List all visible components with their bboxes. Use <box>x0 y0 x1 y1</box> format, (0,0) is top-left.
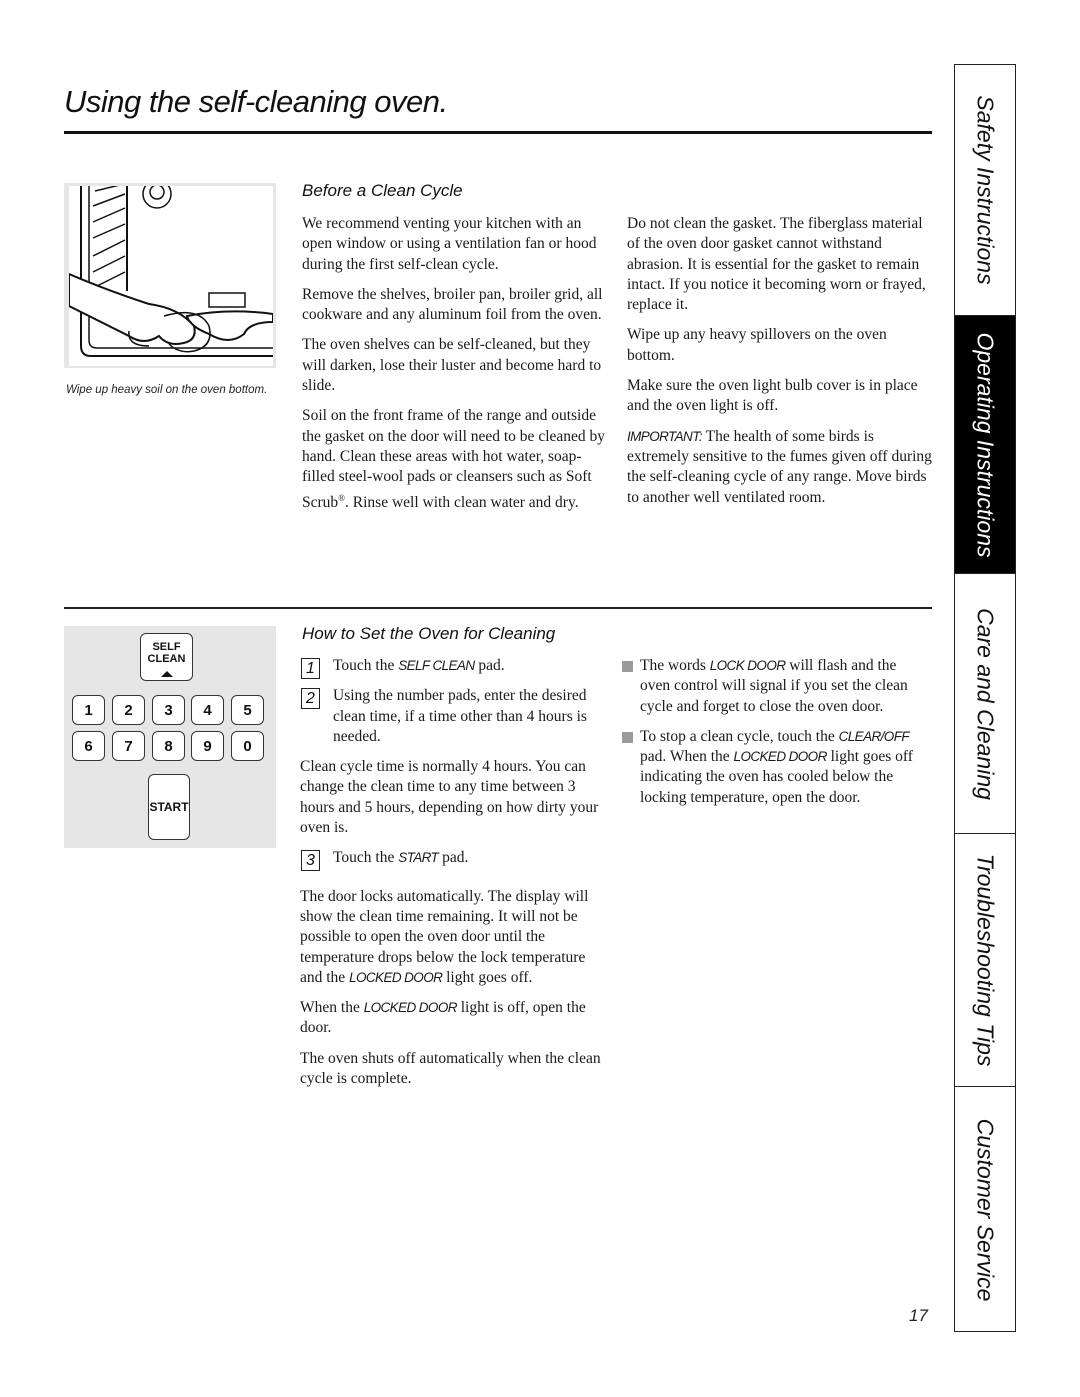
text: . Rinse well with clean water and dry. <box>345 493 579 511</box>
step-1: 1 Touch the SELF CLEAN pad. <box>300 656 610 679</box>
tab-operating-instructions[interactable]: Operating Instructions <box>955 316 1015 574</box>
paragraph: Make sure the oven light bulb cover is i… <box>627 377 918 415</box>
control-keypad-illustration: SELF CLEAN 1 2 3 4 5 6 7 8 9 0 START <box>64 626 276 848</box>
section-heading-how-to-set: How to Set the Oven for Cleaning <box>302 624 556 643</box>
paragraph: Clean cycle time is normally 4 hours. Yo… <box>300 758 599 837</box>
indicator-triangle-icon <box>160 671 173 677</box>
paragraph: The door locks automatically. The displa… <box>300 887 610 988</box>
text: pad. <box>474 657 505 674</box>
number-pad-2[interactable]: 2 <box>112 695 145 725</box>
tab-label: Customer Service <box>972 1118 999 1301</box>
paragraph: The oven shelves can be self-cleaned, bu… <box>302 336 602 395</box>
tab-care-and-cleaning[interactable]: Care and Cleaning <box>955 574 1015 834</box>
step-number: 2 <box>301 688 320 710</box>
paragraph: The oven shuts off automatically when th… <box>300 1049 601 1088</box>
section-divider <box>64 607 932 609</box>
number-pad-1[interactable]: 1 <box>72 695 105 725</box>
chapter-tabs: Safety Instructions Operating Instructio… <box>954 64 1016 1332</box>
self-clean-pad[interactable]: SELF CLEAN <box>140 633 193 681</box>
before-clean-column-2: Do not clean the gasket. The fiberglass … <box>627 214 932 518</box>
number-pad-3[interactable]: 3 <box>152 695 185 725</box>
oven-wipe-illustration <box>64 183 276 368</box>
paragraph: When the LOCKED DOOR light is off, open … <box>300 998 610 1039</box>
text: Touch the <box>333 657 399 674</box>
pad-name: SELF CLEAN <box>398 658 475 673</box>
square-bullet-icon <box>622 661 633 672</box>
tab-label: Troubleshooting Tips <box>972 853 999 1067</box>
text: pad. When the <box>640 748 734 766</box>
important-note: IMPORTANT: The health of some birds is e… <box>627 427 932 508</box>
paragraph: We recommend venting your kitchen with a… <box>302 215 597 273</box>
paragraph: Do not clean the gasket. The fiberglass … <box>627 215 926 314</box>
tab-label: Care and Cleaning <box>972 607 999 800</box>
self-clean-label-line1: SELF <box>152 641 181 653</box>
number-pad-8[interactable]: 8 <box>152 731 185 761</box>
self-clean-label-line2: CLEAN <box>147 653 186 665</box>
how-to-set-column-2: The words LOCK DOOR will flash and the o… <box>622 656 927 818</box>
number-pad-9[interactable]: 9 <box>191 731 224 761</box>
display-word: LOCK DOOR <box>709 658 786 673</box>
page-title: Using the self-cleaning oven. <box>64 84 448 119</box>
bullet-item: To stop a clean cycle, touch the CLEAR/O… <box>622 727 927 808</box>
number-pad-0[interactable]: 0 <box>231 731 264 761</box>
text: Using the number pads, enter the desired… <box>333 687 587 745</box>
hand-wiping-oven-icon <box>69 186 273 366</box>
light-name: LOCKED DOOR <box>733 749 828 765</box>
text: pad. <box>438 849 469 867</box>
step-number: 1 <box>301 658 320 679</box>
tab-label: Operating Instructions <box>972 331 999 558</box>
start-pad[interactable]: START <box>148 774 190 840</box>
section-heading-before-clean: Before a Clean Cycle <box>302 181 463 200</box>
step-number: 3 <box>301 850 320 872</box>
bullet-item: The words LOCK DOOR will flash and the o… <box>622 656 927 717</box>
before-clean-column-1: We recommend venting your kitchen with a… <box>302 214 612 523</box>
registered-mark: ® <box>338 492 346 503</box>
square-bullet-icon <box>622 731 633 743</box>
tab-safety-instructions[interactable]: Safety Instructions <box>955 65 1015 316</box>
text: Touch the <box>333 849 399 867</box>
paragraph: Soil on the front frame of the range and… <box>302 406 612 513</box>
important-label: IMPORTANT: <box>627 428 703 444</box>
step-3: 3 Touch the START pad. <box>300 848 610 872</box>
paragraph: Remove the shelves, broiler pan, broiler… <box>302 285 603 324</box>
tab-label: Safety Instructions <box>972 95 999 285</box>
text: When the <box>300 999 364 1017</box>
pad-name: CLEAR/OFF <box>838 728 910 744</box>
paragraph: Wipe up any heavy spillovers on the oven… <box>627 326 887 364</box>
step-2: 2 Using the number pads, enter the desir… <box>300 686 610 747</box>
text: light goes off. <box>442 968 533 986</box>
number-pad-4[interactable]: 4 <box>191 695 224 725</box>
figure-caption: Wipe up heavy soil on the oven bottom. <box>66 384 268 396</box>
light-name: LOCKED DOOR <box>363 1000 458 1016</box>
how-to-set-column-1: 1 Touch the SELF CLEAN pad. 2 Using the … <box>300 656 610 1099</box>
title-divider <box>64 131 932 134</box>
text: The words <box>640 657 710 674</box>
pad-name: START <box>398 850 439 866</box>
tab-customer-service[interactable]: Customer Service <box>955 1087 1015 1332</box>
page-number: 17 <box>909 1306 928 1325</box>
number-pad-6[interactable]: 6 <box>72 731 105 761</box>
number-pad-7[interactable]: 7 <box>112 731 145 761</box>
tab-troubleshooting-tips[interactable]: Troubleshooting Tips <box>955 834 1015 1087</box>
number-pad-5[interactable]: 5 <box>231 695 264 725</box>
light-name: LOCKED DOOR <box>349 969 443 985</box>
text: To stop a clean cycle, touch the <box>640 727 839 745</box>
